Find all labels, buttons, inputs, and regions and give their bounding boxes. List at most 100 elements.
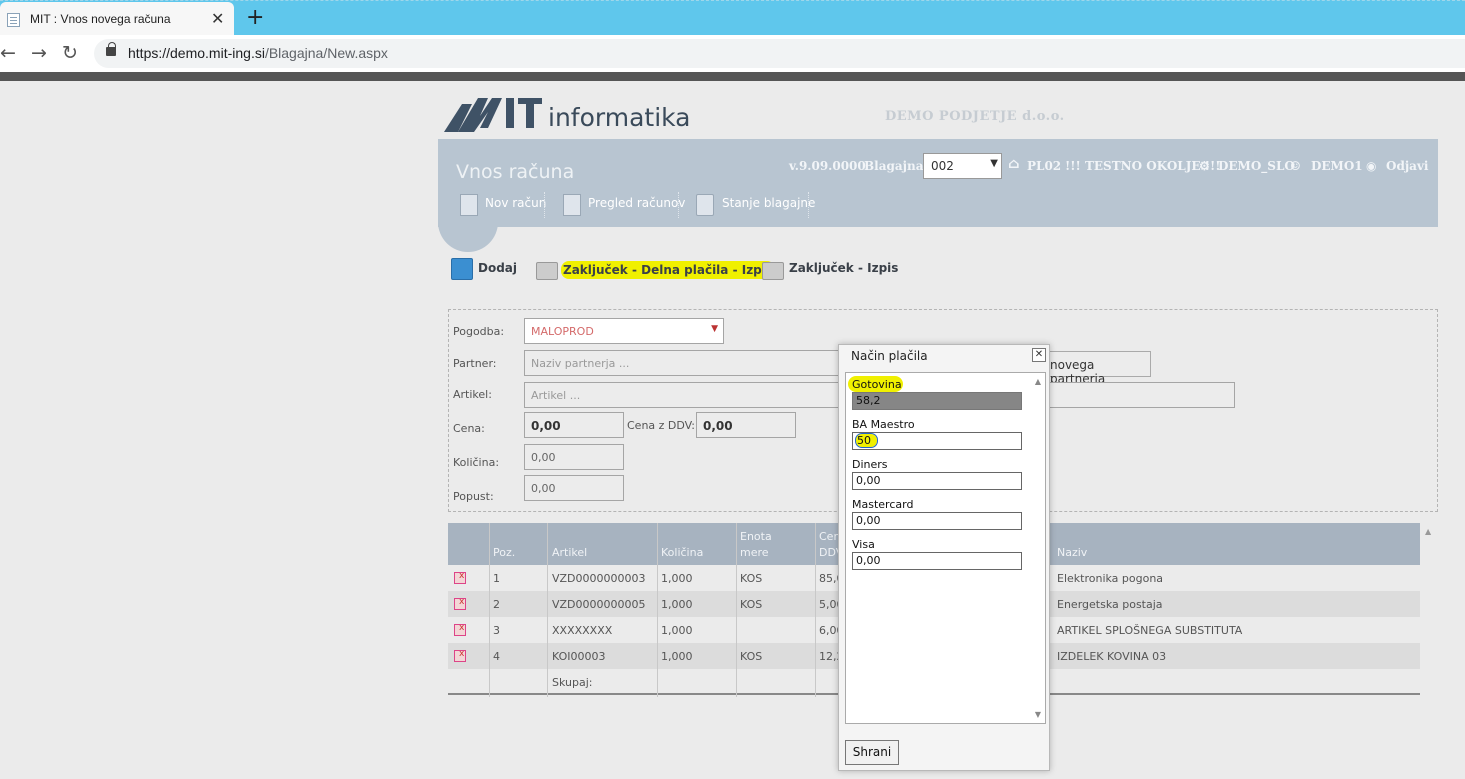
close-print-button[interactable]: Zaključek - Izpis xyxy=(789,261,898,275)
payment-input-diners[interactable]: 0,00 xyxy=(852,472,1022,490)
kolicina-input[interactable]: 0,00 xyxy=(524,444,624,470)
col-artikel[interactable]: Artikel xyxy=(552,546,587,559)
kolicina-label: Količina: xyxy=(453,456,500,469)
menu-divider xyxy=(808,192,809,218)
lock-icon xyxy=(106,42,116,56)
payment-input-gotovina[interactable]: 58,2 xyxy=(852,392,1022,410)
menu-register-status[interactable]: Stanje blagajne xyxy=(722,196,815,210)
new-invoice-icon xyxy=(460,194,478,216)
add-button[interactable]: Dodaj xyxy=(478,261,517,275)
location-link[interactable]: PL02 xyxy=(1027,159,1061,173)
pogodba-select[interactable]: MALOPROD ▼ xyxy=(524,318,724,344)
register-status-icon xyxy=(696,194,714,216)
browser-tab-strip: MIT : Vnos novega računa ✕ + xyxy=(0,0,1465,36)
cell-kolicina: 1,000 xyxy=(661,572,693,585)
chevron-down-icon: ▼ xyxy=(711,324,718,334)
cell-enota: KOS xyxy=(740,650,763,663)
partner-input[interactable]: Naziv partnerja ... xyxy=(524,350,840,376)
cena-label: Cena: xyxy=(453,422,485,435)
save-button[interactable]: Shrani xyxy=(845,740,899,765)
page-title: Vnos računa xyxy=(456,161,575,183)
cell-poz: 4 xyxy=(493,650,500,663)
logout-link[interactable]: Odjavi xyxy=(1386,159,1429,173)
delete-row-icon[interactable] xyxy=(454,597,466,610)
new-partner-button[interactable]: novega partnerja xyxy=(1045,351,1151,386)
artikel-extra-field[interactable] xyxy=(1048,382,1235,408)
cell-enota: KOS xyxy=(740,598,763,611)
cell-naziv: Elektronika pogona xyxy=(1057,572,1164,585)
environment-label: !!! TESTNO OKOLJE !!! xyxy=(1065,159,1221,173)
cell-enota: KOS xyxy=(740,572,763,585)
payment-label-visa: Visa xyxy=(852,538,875,551)
cell-artikel: XXXXXXXX xyxy=(552,624,613,637)
delete-row-icon[interactable] xyxy=(454,649,466,662)
reload-icon[interactable]: ↻ xyxy=(62,41,78,65)
company-code-link[interactable]: DEMO_SLO xyxy=(1218,159,1295,173)
pogodba-value: MALOPROD xyxy=(531,325,594,338)
save-icon xyxy=(451,258,473,280)
cell-artikel: VZD0000000005 xyxy=(552,598,646,611)
column-divider xyxy=(815,523,816,697)
cell-artikel: KOI00003 xyxy=(552,650,606,663)
menu-divider xyxy=(544,192,545,218)
logo-text: informatika xyxy=(548,103,691,132)
popust-input[interactable]: 0,00 xyxy=(524,475,624,501)
artikel-input[interactable]: Artikel ... xyxy=(524,382,840,408)
address-bar[interactable]: https://demo.mit-ing.si/Blagajna/New.asp… xyxy=(94,39,1465,68)
scroll-down-icon[interactable]: ▼ xyxy=(1035,710,1041,719)
url-text: https://demo.mit-ing.si/Blagajna/New.asp… xyxy=(128,45,388,61)
browser-tab[interactable]: MIT : Vnos novega računa ✕ xyxy=(0,2,234,36)
close-partial-print-button[interactable]: Zaključek - Delna plačila - Izpis xyxy=(561,261,776,279)
cell-poz: 3 xyxy=(493,624,500,637)
payment-input-mastercard[interactable]: 0,00 xyxy=(852,512,1022,530)
company-name: DEMO PODJETJE d.o.o. xyxy=(885,109,1065,124)
menu-invoice-review[interactable]: Pregled računov xyxy=(588,196,685,210)
partner-label: Partner: xyxy=(453,357,497,370)
browser-toolbar: ← → ↻ https://demo.mit-ing.si/Blagajna/N… xyxy=(0,35,1465,72)
cell-kolicina: 1,000 xyxy=(661,650,693,663)
col-poz[interactable]: Poz. xyxy=(493,546,515,559)
popust-label: Popust: xyxy=(453,490,494,503)
payment-input-visa[interactable]: 0,00 xyxy=(852,552,1022,570)
cell-poz: 2 xyxy=(493,598,500,611)
column-divider xyxy=(489,523,490,697)
payment-label-diners: Diners xyxy=(852,458,888,471)
new-tab-button[interactable]: + xyxy=(246,5,264,30)
artikel-label: Artikel: xyxy=(453,388,492,401)
home-icon: ⌂ xyxy=(1008,156,1020,172)
delete-row-icon[interactable] xyxy=(454,571,466,584)
col-kolicina[interactable]: Količina xyxy=(661,546,703,559)
cell-poz: 1 xyxy=(493,572,500,585)
chevron-down-icon: ▼ xyxy=(990,158,998,169)
close-icon[interactable]: ✕ xyxy=(1032,348,1046,362)
pogodba-label: Pogodba: xyxy=(453,325,505,338)
payment-input-ba-maestro[interactable]: 50 xyxy=(852,432,1022,450)
column-divider xyxy=(736,523,737,697)
user-link[interactable]: DEMO1 xyxy=(1311,159,1363,173)
payment-label-mastercard: Mastercard xyxy=(852,498,914,511)
col-naziv[interactable]: Naziv xyxy=(1057,546,1087,559)
printer-icon xyxy=(536,262,558,280)
column-divider xyxy=(547,523,548,697)
scroll-up-icon[interactable]: ▲ xyxy=(1035,377,1041,386)
payment-method-dialog: Način plačila ✕ Gotovina 58,2 BA Maestro… xyxy=(838,344,1050,771)
blagajna-select[interactable]: 002 ▼ xyxy=(923,153,1002,179)
blagajna-value: 002 xyxy=(931,159,954,173)
total-label: Skupaj: xyxy=(552,676,593,689)
printer-icon xyxy=(762,262,784,280)
page-favicon-icon xyxy=(7,13,20,27)
cell-artikel: VZD0000000003 xyxy=(552,572,646,585)
scroll-up-icon[interactable]: ▲ xyxy=(1425,527,1431,536)
company-code-icon: ⚙ xyxy=(1199,159,1210,173)
cena-input[interactable]: 0,00 xyxy=(524,412,624,438)
logout-icon: ◉ xyxy=(1366,159,1377,173)
menu-new-invoice[interactable]: Nov račun xyxy=(485,196,546,210)
forward-icon[interactable]: → xyxy=(31,41,47,65)
cena-ddv-input[interactable]: 0,00 xyxy=(696,412,796,438)
dialog-title: Način plačila xyxy=(851,349,928,363)
payment-methods-list: Gotovina 58,2 BA Maestro 50 Diners 0,00 … xyxy=(846,373,1028,573)
col-enota[interactable]: Enota xyxy=(740,530,772,543)
delete-row-icon[interactable] xyxy=(454,623,466,636)
tab-close-icon[interactable]: ✕ xyxy=(211,9,224,28)
back-icon[interactable]: ← xyxy=(0,41,16,65)
